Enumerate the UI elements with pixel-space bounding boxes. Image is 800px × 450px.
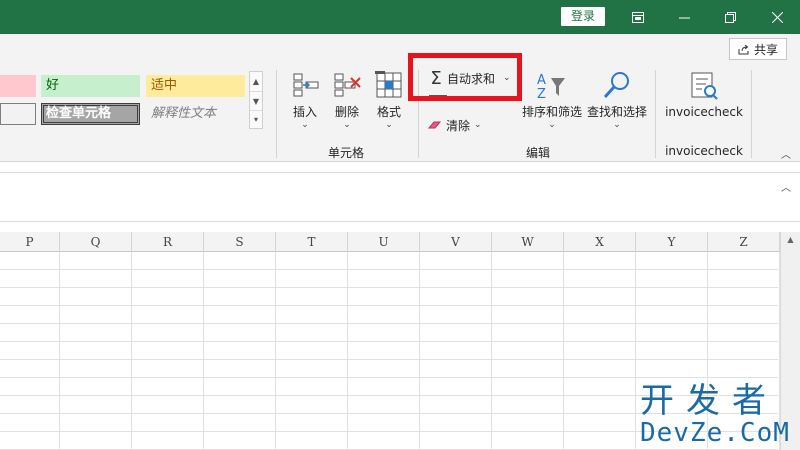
column-header[interactable]: R <box>132 232 204 252</box>
style-explanatory[interactable]: 解释性文本 <box>146 103 245 125</box>
svg-text:Z: Z <box>537 87 546 102</box>
column-header[interactable]: T <box>276 232 348 252</box>
style-bad[interactable] <box>0 75 36 97</box>
gallery-up-icon[interactable]: ▲ <box>250 72 262 91</box>
grid-column-line <box>59 252 60 450</box>
watermark-line2: DevZe.CoM <box>640 418 790 448</box>
formula-bar[interactable]: ︿ <box>0 172 800 222</box>
grid-column-line <box>347 252 348 450</box>
column-header[interactable]: X <box>564 232 636 252</box>
clear-chevron-icon: ⌄ <box>474 120 482 130</box>
expand-formula-bar-icon[interactable]: ︿ <box>781 179 791 194</box>
column-header[interactable]: P <box>0 232 60 252</box>
restore-button[interactable] <box>707 0 753 34</box>
column-header[interactable]: S <box>204 232 276 252</box>
format-label: 格式 <box>376 105 401 119</box>
style-gallery-scroller[interactable]: ▲ ▼ ▾ <box>249 71 263 129</box>
eraser-icon <box>427 121 442 129</box>
delete-label: 删除 <box>334 105 359 119</box>
title-bar: 登录 <box>0 0 800 34</box>
grid-column-line <box>491 252 492 450</box>
style-check-cell[interactable]: 检查单元格 <box>41 103 140 125</box>
clear-label: 清除 <box>446 118 471 133</box>
close-button[interactable] <box>754 0 800 34</box>
share-label: 共享 <box>753 42 778 57</box>
find-select-chevron-icon: ⌄ <box>613 120 621 130</box>
invoice-check-icon <box>691 72 718 100</box>
gallery-down-icon[interactable]: ▼ <box>250 91 262 110</box>
grid-column-line <box>203 252 204 450</box>
svg-text:A: A <box>537 73 546 88</box>
invoicecheck-group-label: invoicecheck <box>665 144 743 158</box>
cells-group-label: 单元格 <box>327 146 364 160</box>
insert-label: 插入 <box>292 105 317 119</box>
invoicecheck-label: invoicecheck <box>665 105 743 119</box>
login-button[interactable]: 登录 <box>561 7 605 26</box>
clear-button[interactable]: 清除 ⌄ <box>427 115 497 135</box>
column-header[interactable]: W <box>492 232 564 252</box>
watermark: 开发者 DevZe.CoM <box>640 383 800 450</box>
format-cells-icon <box>375 71 402 98</box>
insert-cells-icon <box>293 73 319 97</box>
sort-filter-label: 排序和筛选 <box>521 105 582 119</box>
grid-column-line <box>131 252 132 450</box>
find-select-button[interactable]: 查找和选择 ⌄ <box>586 70 648 156</box>
group-separator <box>276 70 277 158</box>
delete-cells-icon <box>334 73 361 97</box>
format-chevron-icon: ⌄ <box>385 120 393 130</box>
style-good[interactable]: 好 <box>41 75 140 97</box>
column-header[interactable]: Q <box>60 232 132 252</box>
style-neutral[interactable]: 适中 <box>146 75 245 97</box>
delete-chevron-icon: ⌄ <box>343 120 351 130</box>
ribbon: 共享 好 适中 检查单元格 解释性文本 ▲ ▼ ▾ 插入 ⌄ 删除 ⌄ 格式 ⌄ <box>0 34 800 162</box>
close-icon <box>771 11 783 23</box>
grid-column-line <box>275 252 276 450</box>
find-select-label: 查找和选择 <box>586 105 647 119</box>
grid-column-line <box>419 252 420 450</box>
column-header[interactable]: U <box>348 232 420 252</box>
watermark-line1: 开发者 <box>640 381 778 421</box>
sort-filter-icon: A Z <box>537 73 565 102</box>
invoicecheck-button[interactable]: invoicecheck <box>664 70 744 140</box>
grid-column-line <box>635 252 636 450</box>
restore-icon <box>724 11 736 23</box>
group-separator <box>751 70 752 158</box>
minimize-button[interactable] <box>661 0 707 34</box>
magnifier-icon <box>603 72 629 99</box>
sort-filter-chevron-icon: ⌄ <box>548 120 556 130</box>
column-headers: PQRSTUVWXYZ <box>0 232 780 252</box>
column-header[interactable]: V <box>420 232 492 252</box>
ribbon-display-icon <box>632 11 644 23</box>
column-header[interactable]: Y <box>636 232 708 252</box>
collapse-ribbon-icon[interactable]: ︿ <box>778 146 794 161</box>
share-icon <box>738 44 749 54</box>
share-button[interactable]: 共享 <box>729 38 787 60</box>
grid-column-line <box>563 252 564 450</box>
style-calculation[interactable] <box>0 103 36 125</box>
editing-group-label: 编辑 <box>525 146 550 160</box>
insert-chevron-icon: ⌄ <box>301 120 309 130</box>
scroll-up-icon[interactable]: ▲ <box>781 232 800 248</box>
autosum-highlight-box <box>408 53 522 101</box>
column-header[interactable]: Z <box>708 232 780 252</box>
gallery-more-icon[interactable]: ▾ <box>250 110 262 128</box>
group-separator <box>655 70 656 158</box>
ribbon-display-options-button[interactable] <box>615 0 661 34</box>
minimize-icon <box>678 17 690 18</box>
